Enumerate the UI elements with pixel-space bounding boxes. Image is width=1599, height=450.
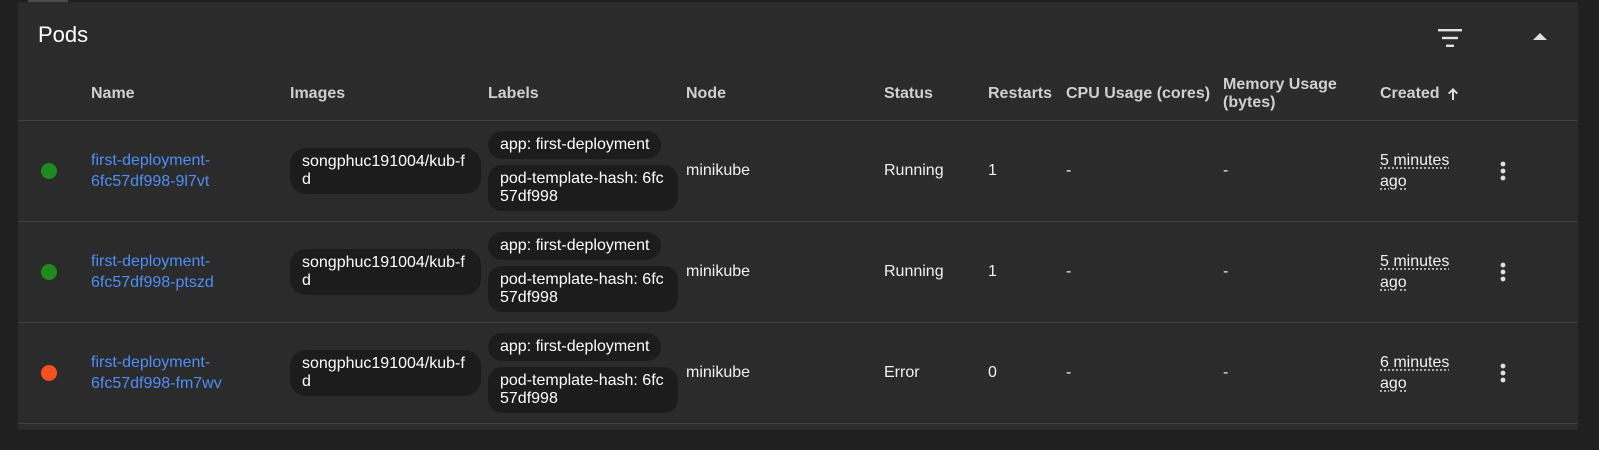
status-dot-icon xyxy=(41,162,57,179)
card-title: Pods xyxy=(38,22,89,47)
pod-name-cell: first-deployment- 6fc57df998-ptszd xyxy=(91,221,271,322)
labels-cell: app: first-deployment pod-template-hash:… xyxy=(488,221,678,322)
cpu-cell: - xyxy=(1066,363,1072,381)
table-header: Name Images Labels Node Status Restarts … xyxy=(18,68,1578,121)
cpu-cell: - xyxy=(1066,161,1072,179)
label-chip: pod-template-hash: 6fc57df998 xyxy=(488,265,678,312)
column-header-restarts[interactable]: Restarts xyxy=(988,68,1052,120)
pod-name-line1: first-deployment- xyxy=(91,353,211,371)
status-indicator-cell xyxy=(41,221,57,322)
column-header-memory-line2: (bytes) xyxy=(1223,94,1276,111)
node-cell: minikube xyxy=(686,262,751,280)
created-timestamp: 5 minutes ago xyxy=(1380,150,1470,192)
pod-name-link[interactable]: first-deployment- 6fc57df998-ptszd xyxy=(91,251,214,293)
memory-cell: - xyxy=(1223,161,1229,179)
pod-name-cell: first-deployment- 6fc57df998-9l7vt xyxy=(91,120,271,221)
label-chip: app: first-deployment xyxy=(488,130,662,159)
page: Vô Pods Name Images Labels Node Status R… xyxy=(0,0,1599,450)
pod-name-line1: first-deployment- xyxy=(91,151,211,169)
column-header-cpu[interactable]: CPU Usage (cores) xyxy=(1066,68,1210,120)
status-dot-icon xyxy=(41,263,57,280)
status-cell: Error xyxy=(884,363,920,381)
pod-name-line2: 6fc57df998-ptszd xyxy=(91,273,214,291)
created-cell: 5 minutes ago xyxy=(1380,120,1470,221)
node-cell: minikube xyxy=(686,161,751,179)
filter-button[interactable] xyxy=(1432,20,1468,56)
filter-icon xyxy=(1438,29,1462,47)
table-row: first-deployment- 6fc57df998-9l7vt songp… xyxy=(18,120,1578,222)
pod-name-cell: first-deployment- 6fc57df998-fm7wv xyxy=(91,322,271,423)
status-dot-icon xyxy=(41,364,57,381)
restarts-cell: 1 xyxy=(988,161,997,179)
status-cell: Running xyxy=(884,161,944,179)
created-cell: 5 minutes ago xyxy=(1380,221,1470,322)
arrow-up-icon xyxy=(1447,88,1458,100)
pod-name-line2: 6fc57df998-9l7vt xyxy=(91,172,210,190)
pod-name-link[interactable]: first-deployment- 6fc57df998-fm7wv xyxy=(91,352,222,394)
labels-cell: app: first-deployment pod-template-hash:… xyxy=(488,322,678,423)
pods-card: Pods Name Images Labels Node Status Rest… xyxy=(18,2,1578,430)
memory-cell: - xyxy=(1223,262,1229,280)
image-cell: songphuc191004/kub-fd xyxy=(290,120,481,221)
column-header-node[interactable]: Node xyxy=(686,68,726,120)
image-chip: songphuc191004/kub-fd xyxy=(290,147,481,194)
memory-cell: - xyxy=(1223,363,1229,381)
label-chip: app: first-deployment xyxy=(488,231,662,260)
node-cell: minikube xyxy=(686,363,751,381)
label-chip: app: first-deployment xyxy=(488,332,662,361)
table-row: first-deployment- 6fc57df998-ptszd songp… xyxy=(18,221,1578,323)
row-actions-button[interactable] xyxy=(1488,221,1518,322)
created-line1: 5 minutes xyxy=(1380,252,1450,270)
more-vert-icon xyxy=(1500,363,1506,382)
column-header-memory[interactable]: Memory Usage (bytes) xyxy=(1223,68,1337,120)
column-header-created[interactable]: Created xyxy=(1380,68,1462,120)
created-line1: 5 minutes xyxy=(1380,151,1450,169)
chevron-up-icon xyxy=(1533,33,1547,40)
image-chip: songphuc191004/kub-fd xyxy=(290,349,481,396)
pod-name-link[interactable]: first-deployment- 6fc57df998-9l7vt xyxy=(91,150,210,192)
restarts-cell: 1 xyxy=(988,262,997,280)
pod-name-line1: first-deployment- xyxy=(91,252,211,270)
collapse-button[interactable] xyxy=(1522,20,1558,56)
label-chip: pod-template-hash: 6fc57df998 xyxy=(488,366,678,413)
column-header-status[interactable]: Status xyxy=(884,68,933,120)
created-line2: ago xyxy=(1380,374,1407,392)
pod-name-line2: 6fc57df998-fm7wv xyxy=(91,374,222,392)
table-row: first-deployment- 6fc57df998-fm7wv songp… xyxy=(18,322,1578,424)
row-actions-button[interactable] xyxy=(1488,322,1518,423)
column-header-name[interactable]: Name xyxy=(91,68,135,120)
status-cell: Running xyxy=(884,262,944,280)
image-cell: songphuc191004/kub-fd xyxy=(290,322,481,423)
row-actions-button[interactable] xyxy=(1488,120,1518,221)
status-indicator-cell xyxy=(41,322,57,423)
column-header-created-label: Created xyxy=(1380,85,1440,102)
created-line2: ago xyxy=(1380,273,1407,291)
cpu-cell: - xyxy=(1066,262,1072,280)
more-vert-icon xyxy=(1500,161,1506,180)
labels-cell: app: first-deployment pod-template-hash:… xyxy=(488,120,678,221)
column-header-images[interactable]: Images xyxy=(290,68,345,120)
column-header-memory-line1: Memory Usage xyxy=(1223,76,1337,93)
label-chip: pod-template-hash: 6fc57df998 xyxy=(488,164,678,211)
more-vert-icon xyxy=(1500,262,1506,281)
created-timestamp: 6 minutes ago xyxy=(1380,352,1470,394)
image-chip: songphuc191004/kub-fd xyxy=(290,248,481,295)
created-cell: 6 minutes ago xyxy=(1380,322,1470,423)
created-timestamp: 5 minutes ago xyxy=(1380,251,1470,293)
restarts-cell: 0 xyxy=(988,363,997,381)
status-indicator-cell xyxy=(41,120,57,221)
created-line1: 6 minutes xyxy=(1380,353,1450,371)
created-line2: ago xyxy=(1380,172,1407,190)
column-header-labels[interactable]: Labels xyxy=(488,68,539,120)
image-cell: songphuc191004/kub-fd xyxy=(290,221,481,322)
